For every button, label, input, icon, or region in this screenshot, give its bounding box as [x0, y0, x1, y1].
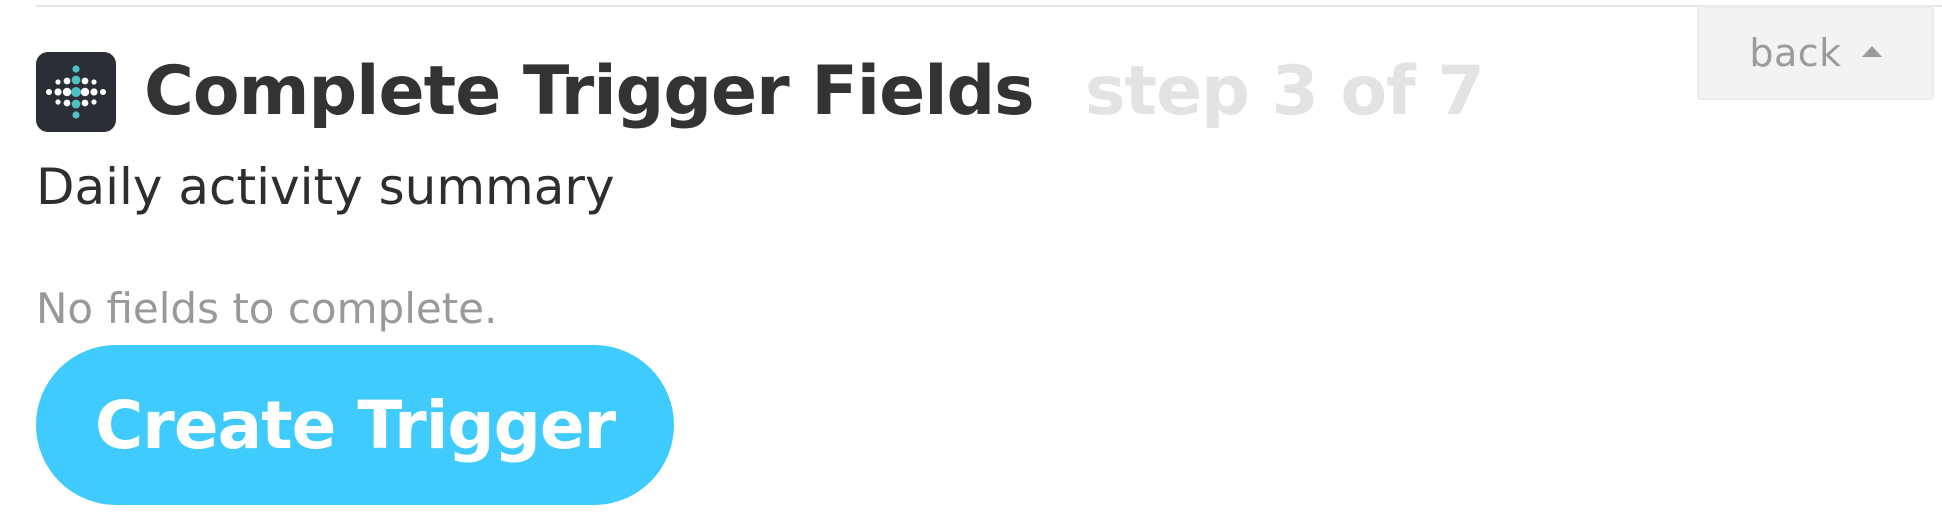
top-divider [36, 5, 1942, 7]
no-fields-message: No fields to complete. [36, 284, 498, 333]
fitbit-logo-icon [36, 52, 116, 132]
trigger-fields-page: back Complete Trigger Fields step 3 of 7… [0, 0, 1942, 524]
caret-up-icon [1861, 45, 1882, 57]
back-button[interactable]: back [1697, 6, 1934, 100]
page-title: Complete Trigger Fields [144, 52, 1035, 131]
step-indicator: step 3 of 7 [1085, 52, 1485, 131]
trigger-name: Daily activity summary [36, 158, 615, 216]
create-trigger-button[interactable]: Create Trigger [36, 345, 674, 505]
back-button-label: back [1749, 31, 1842, 75]
